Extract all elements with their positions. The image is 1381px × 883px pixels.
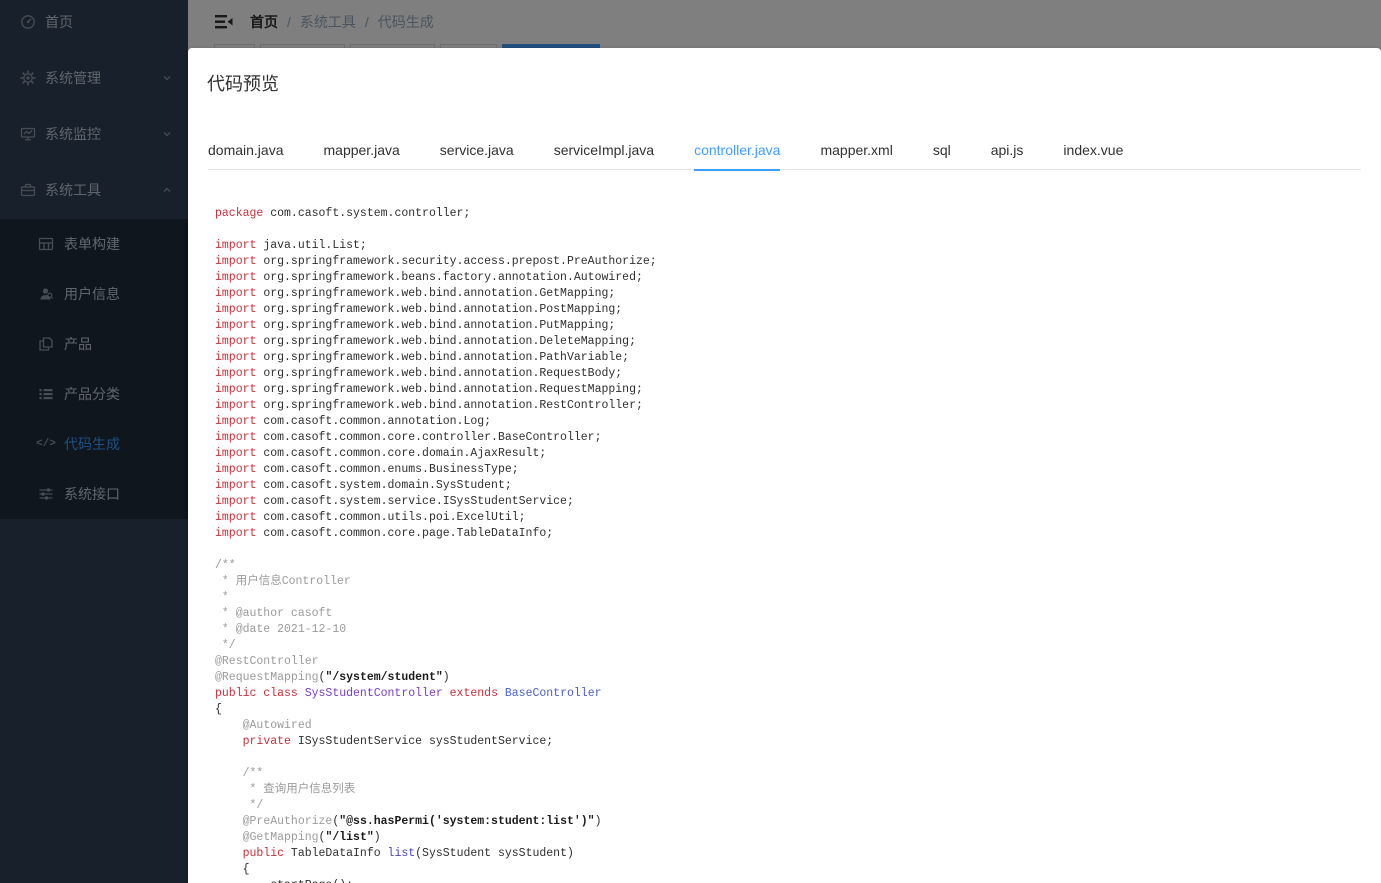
code-line: {	[215, 862, 1377, 878]
code-line	[215, 750, 1377, 766]
dialog-title: 代码预览	[207, 72, 279, 96]
code-line: import org.springframework.web.bind.anno…	[215, 286, 1377, 302]
code-line	[215, 222, 1377, 238]
tab-mapper.xml[interactable]: mapper.xml	[800, 130, 912, 170]
code-line: import com.casoft.common.core.controller…	[215, 430, 1377, 446]
tab-serviceImpl.java[interactable]: serviceImpl.java	[534, 130, 674, 170]
code-content: package com.casoft.system.controller; im…	[215, 206, 1377, 883]
code-line: import org.springframework.web.bind.anno…	[215, 350, 1377, 366]
code-preview-dialog: 代码预览 domain.javamapper.javaservice.javas…	[188, 48, 1381, 883]
code-line: import org.springframework.web.bind.anno…	[215, 398, 1377, 414]
code-line: startPage();	[215, 878, 1377, 883]
app-screen: 首页系统管理系统监控系统工具 表单构建用户信息产品产品分类</>代码生成 系统接…	[0, 0, 1381, 883]
code-line: * @date 2021-12-10	[215, 622, 1377, 638]
tab-index.vue[interactable]: index.vue	[1043, 130, 1143, 170]
code-line: import java.util.List;	[215, 238, 1377, 254]
code-line: @PreAuthorize("@ss.hasPermi('system:stud…	[215, 814, 1377, 830]
code-line: public TableDataInfo list(SysStudent sys…	[215, 846, 1377, 862]
code-line: */	[215, 798, 1377, 814]
file-tabs: domain.javamapper.javaservice.javaservic…	[208, 130, 1361, 170]
code-line: import com.casoft.common.enums.BusinessT…	[215, 462, 1377, 478]
code-line: @RequestMapping("/system/student")	[215, 670, 1377, 686]
code-line: */	[215, 638, 1377, 654]
code-line: @RestController	[215, 654, 1377, 670]
tab-service.java[interactable]: service.java	[420, 130, 534, 170]
tab-sql[interactable]: sql	[913, 130, 971, 170]
code-line: import com.casoft.common.annotation.Log;	[215, 414, 1377, 430]
code-line: import org.springframework.beans.factory…	[215, 270, 1377, 286]
code-line: private ISysStudentService sysStudentSer…	[215, 734, 1377, 750]
code-line: import com.casoft.system.domain.SysStude…	[215, 478, 1377, 494]
code-line: {	[215, 702, 1377, 718]
code-line: * @author casoft	[215, 606, 1377, 622]
code-line: import org.springframework.web.bind.anno…	[215, 382, 1377, 398]
tab-controller.java[interactable]: controller.java	[674, 130, 800, 170]
code-line: import com.casoft.system.service.ISysStu…	[215, 494, 1377, 510]
code-line: import com.casoft.common.core.page.Table…	[215, 526, 1377, 542]
code-line: * 查询用户信息列表	[215, 782, 1377, 798]
code-line: import org.springframework.web.bind.anno…	[215, 318, 1377, 334]
code-line: @Autowired	[215, 718, 1377, 734]
code-line: /**	[215, 766, 1377, 782]
code-line: import com.casoft.common.utils.poi.Excel…	[215, 510, 1377, 526]
code-line: package com.casoft.system.controller;	[215, 206, 1377, 222]
code-line: import org.springframework.security.acce…	[215, 254, 1377, 270]
code-line: public class SysStudentController extend…	[215, 686, 1377, 702]
code-line: *	[215, 590, 1377, 606]
tab-api.js[interactable]: api.js	[971, 130, 1044, 170]
code-line: import com.casoft.common.core.domain.Aja…	[215, 446, 1377, 462]
tab-domain.java[interactable]: domain.java	[208, 130, 304, 170]
code-line	[215, 542, 1377, 558]
code-line: import org.springframework.web.bind.anno…	[215, 302, 1377, 318]
code-line: * 用户信息Controller	[215, 574, 1377, 590]
code-line: import org.springframework.web.bind.anno…	[215, 334, 1377, 350]
tab-mapper.java[interactable]: mapper.java	[304, 130, 420, 170]
code-line: import org.springframework.web.bind.anno…	[215, 366, 1377, 382]
code-line: /**	[215, 558, 1377, 574]
code-line: @GetMapping("/list")	[215, 830, 1377, 846]
